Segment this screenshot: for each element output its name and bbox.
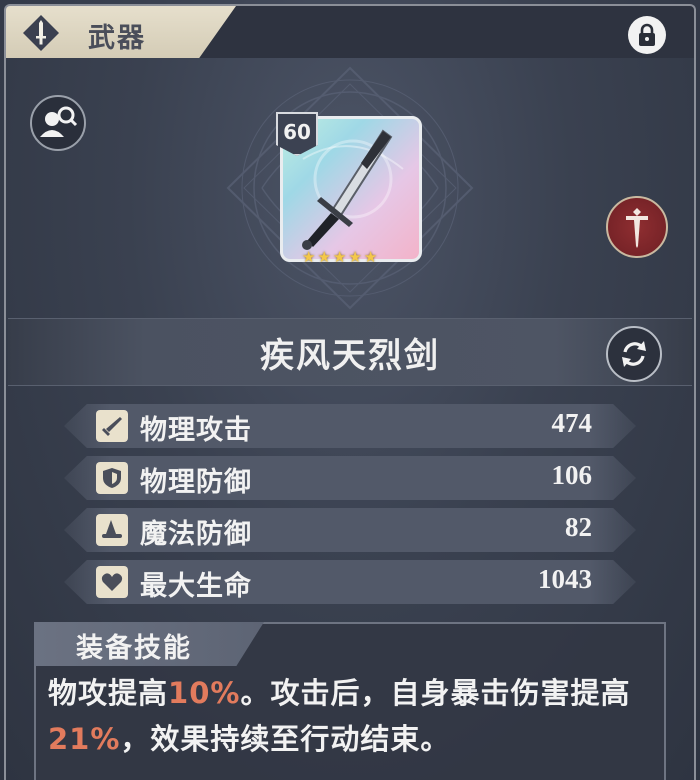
skill-highlight-value: 10% xyxy=(168,676,241,710)
skill-text-part: ，效果持续至行动结束。 xyxy=(120,722,451,756)
shield-stat-icon xyxy=(96,462,128,494)
stat-value: 82 xyxy=(565,512,592,542)
swap-icon xyxy=(622,341,646,367)
skill-description: 物攻提高10%。攻击后，自身暴击伤害提高 21%，效果持续至行动结束。 xyxy=(48,670,668,762)
sword-badge-icon xyxy=(626,208,648,248)
skill-text-part: 。攻击后，自身暴击伤害提高 xyxy=(240,676,631,710)
lock-icon xyxy=(639,23,655,46)
weapon-name: 疾风天烈剑 xyxy=(260,336,440,376)
skill-highlight-value: 21% xyxy=(48,722,121,756)
star-rating: ★ ★ ★ ★ ★ xyxy=(302,248,377,266)
stat-label: 魔法防御 xyxy=(140,519,252,550)
star-icon: ★ xyxy=(317,248,331,266)
star-icon: ★ xyxy=(332,248,347,266)
stat-value: 106 xyxy=(551,460,593,490)
stat-value: 474 xyxy=(551,408,593,438)
stat-label: 最大生命 xyxy=(140,571,252,602)
skill-title: 装备技能 xyxy=(76,633,192,664)
skill-text-part: 物攻提高 xyxy=(48,676,169,710)
lock-button[interactable] xyxy=(628,16,666,54)
equipment-panel: 武器 60 ★ ★ ★ ★ ★ 疾风天烈剑 物理攻击 474 物理防御 106 … xyxy=(0,0,700,780)
wizard-hat-icon xyxy=(96,514,128,546)
star-icon: ★ xyxy=(348,248,362,266)
sword-emblem-icon xyxy=(23,15,59,51)
sword-stat-icon xyxy=(96,410,128,442)
swap-weapon-button[interactable] xyxy=(606,326,662,382)
stat-value: 1043 xyxy=(538,564,592,594)
stat-label: 物理防御 xyxy=(140,467,252,498)
stat-label: 物理攻击 xyxy=(140,415,252,446)
star-icon: ★ xyxy=(363,248,378,266)
star-icon: ★ xyxy=(302,248,316,266)
inspect-button[interactable] xyxy=(30,95,86,151)
header-bar: 武器 xyxy=(6,6,694,58)
heart-icon xyxy=(96,566,128,598)
tab-label: 武器 xyxy=(88,23,146,54)
magnify-user-icon xyxy=(40,106,78,137)
class-badge-button[interactable] xyxy=(606,196,668,258)
weapon-tab[interactable]: 武器 xyxy=(6,6,236,58)
